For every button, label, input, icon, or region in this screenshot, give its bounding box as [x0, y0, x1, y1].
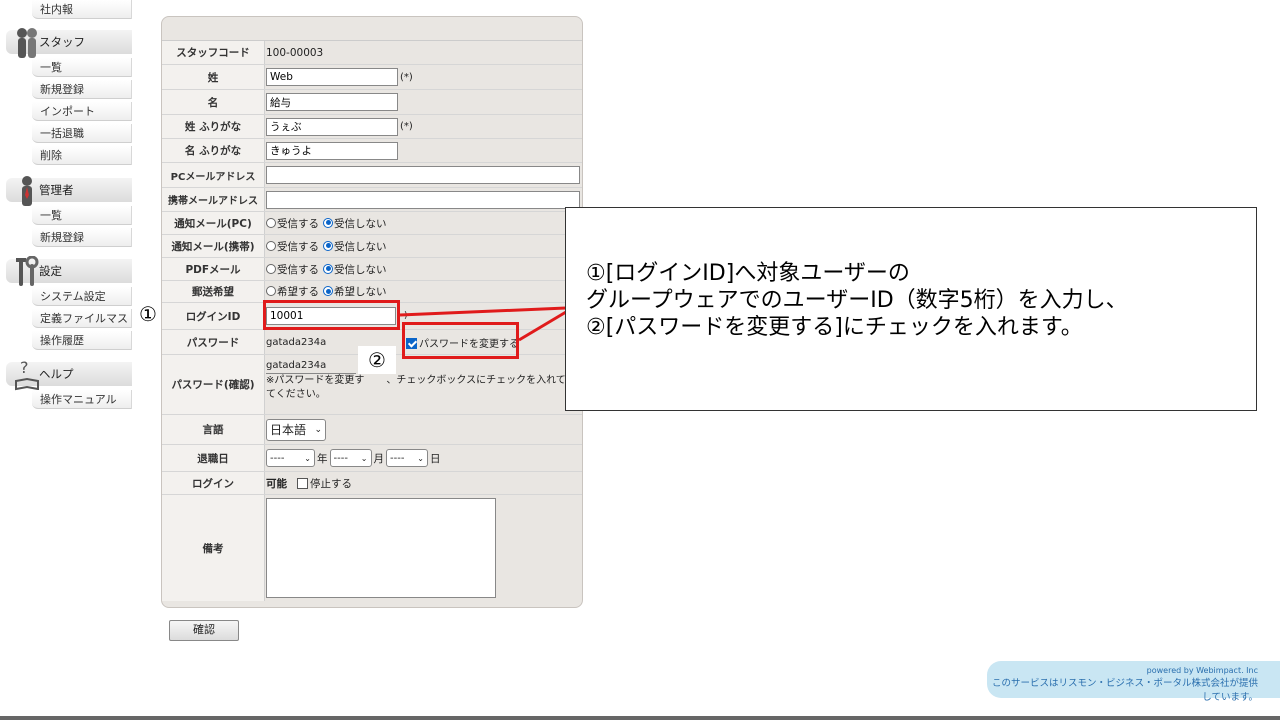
marker-2: ②: [368, 348, 386, 372]
footer-powered: powered by Webimpact. Inc: [1146, 666, 1258, 675]
bottom-border: [0, 716, 1280, 720]
callout-line-2: グループウェアでのユーザーID（数字5桁）を入力し、: [586, 288, 1128, 313]
callout-line-3: ②[パスワードを変更する]にチェックを入れます。: [586, 315, 1083, 340]
instruction-callout: ①[ログインID]へ対象ユーザーの グループウェアでのユーザーID（数字5桁）を…: [565, 207, 1257, 411]
footer-notice: このサービスはリスモン・ビジネス・ポータル株式会社が提供しています。: [991, 678, 1258, 703]
footer-banner: powered by Webimpact. Inc このサービスはリスモン・ビジ…: [987, 661, 1280, 703]
callout-line-1: ①[ログインID]へ対象ユーザーの: [586, 261, 910, 286]
